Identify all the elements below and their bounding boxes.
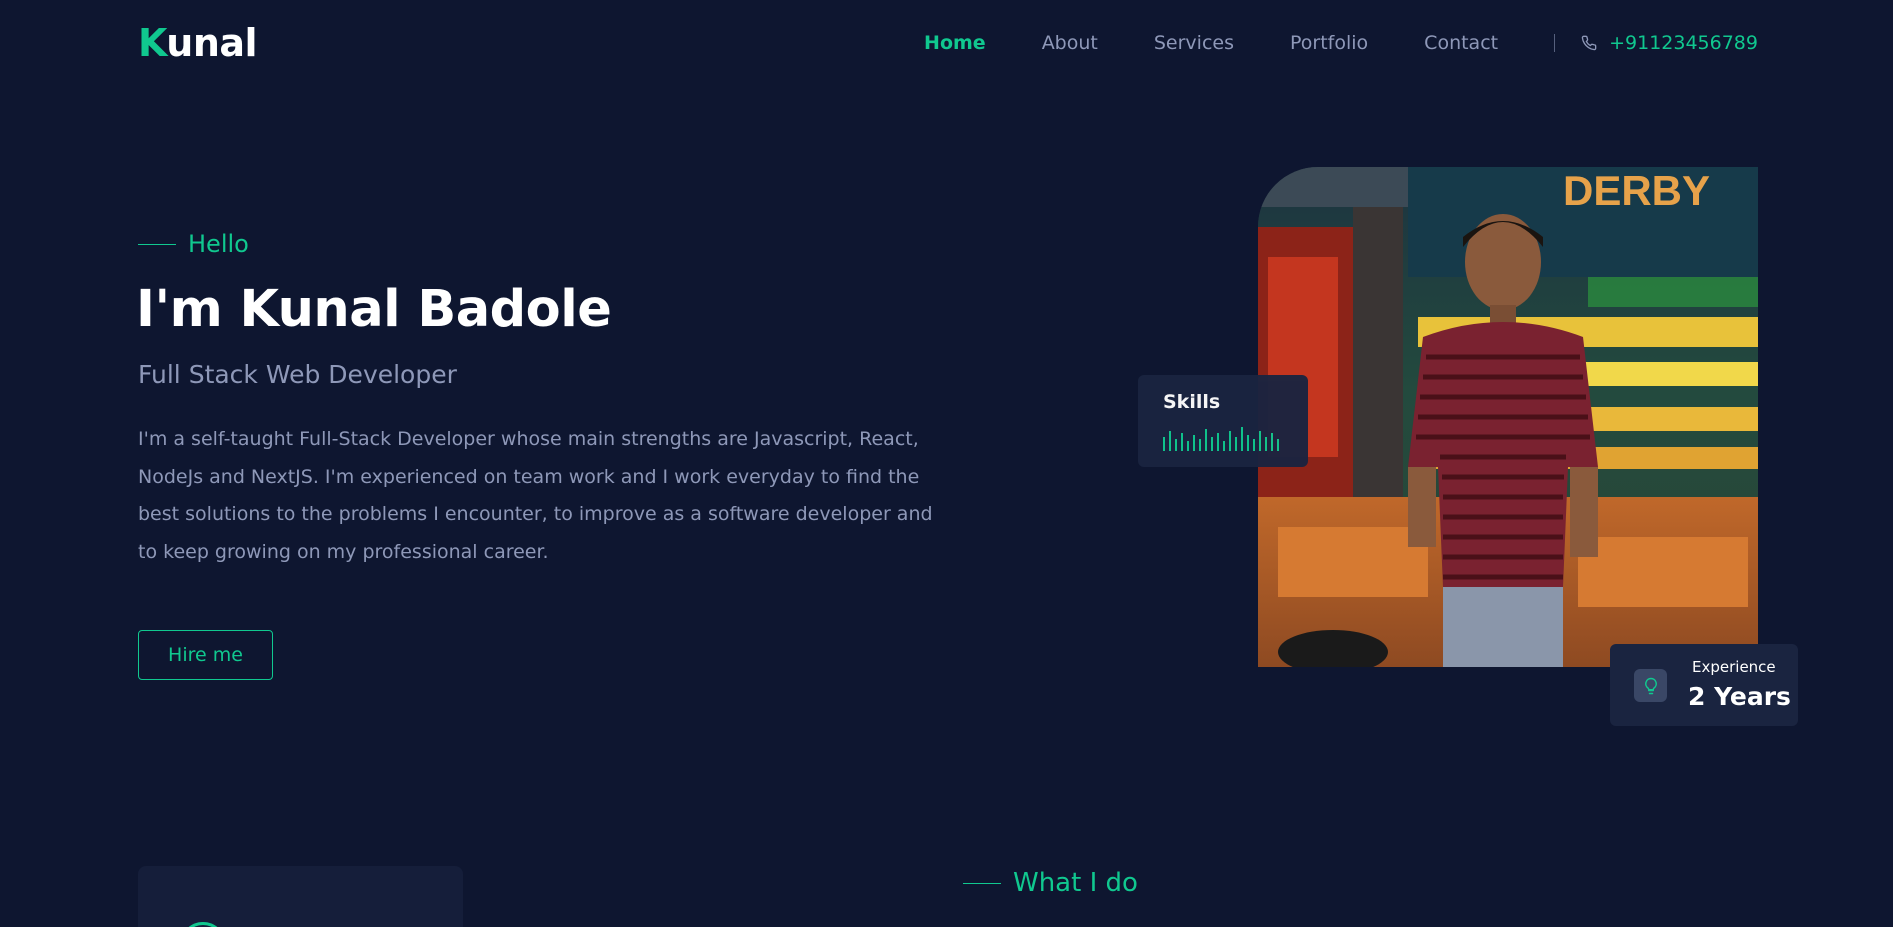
nav-divider — [1554, 34, 1556, 52]
logo[interactable]: Kunal — [138, 21, 258, 65]
main-nav: Home About Services Portfolio Contact +9… — [924, 32, 1758, 54]
skills-title: Skills — [1163, 391, 1221, 413]
phone-icon — [1581, 35, 1597, 51]
services-heading-row: What I do — [963, 868, 1138, 898]
nav-about[interactable]: About — [1042, 32, 1098, 54]
svg-text:DERBY: DERBY — [1563, 167, 1710, 214]
greeting: Hello — [188, 230, 249, 258]
audio-bars-icon — [1163, 427, 1279, 451]
experience-card: Experience 2 Years — [1610, 644, 1798, 726]
profile-photo-illustration: DERBY — [1258, 167, 1758, 667]
phone-number: +91123456789 — [1609, 32, 1758, 54]
nav-services[interactable]: Services — [1154, 32, 1234, 54]
hire-me-button[interactable]: Hire me — [138, 630, 273, 680]
nav-portfolio[interactable]: Portfolio — [1290, 32, 1368, 54]
hero-name: I'm Kunal Badole — [136, 280, 612, 339]
service-icon — [180, 922, 226, 927]
greeting-row: Hello — [138, 230, 249, 258]
logo-text: unal — [166, 21, 258, 65]
services-heading-line — [963, 882, 1001, 884]
service-card — [138, 866, 463, 927]
hero-role: Full Stack Web Developer — [138, 360, 457, 389]
lightbulb-icon — [1634, 669, 1667, 702]
nav-home[interactable]: Home — [924, 32, 986, 54]
profile-photo: DERBY — [1258, 167, 1758, 667]
site-header: Kunal Home About Services Portfolio Cont… — [138, 0, 1758, 86]
experience-value: 2 Years — [1688, 682, 1791, 711]
phone-link[interactable]: +91123456789 — [1581, 32, 1758, 54]
greeting-line — [138, 243, 176, 245]
services-heading: What I do — [1013, 868, 1138, 898]
experience-label: Experience — [1692, 658, 1776, 676]
nav-contact[interactable]: Contact — [1424, 32, 1498, 54]
skills-card: Skills — [1138, 375, 1308, 467]
logo-initial: K — [138, 21, 167, 65]
hero-bio: I'm a self-taught Full-Stack Developer w… — [138, 428, 933, 563]
